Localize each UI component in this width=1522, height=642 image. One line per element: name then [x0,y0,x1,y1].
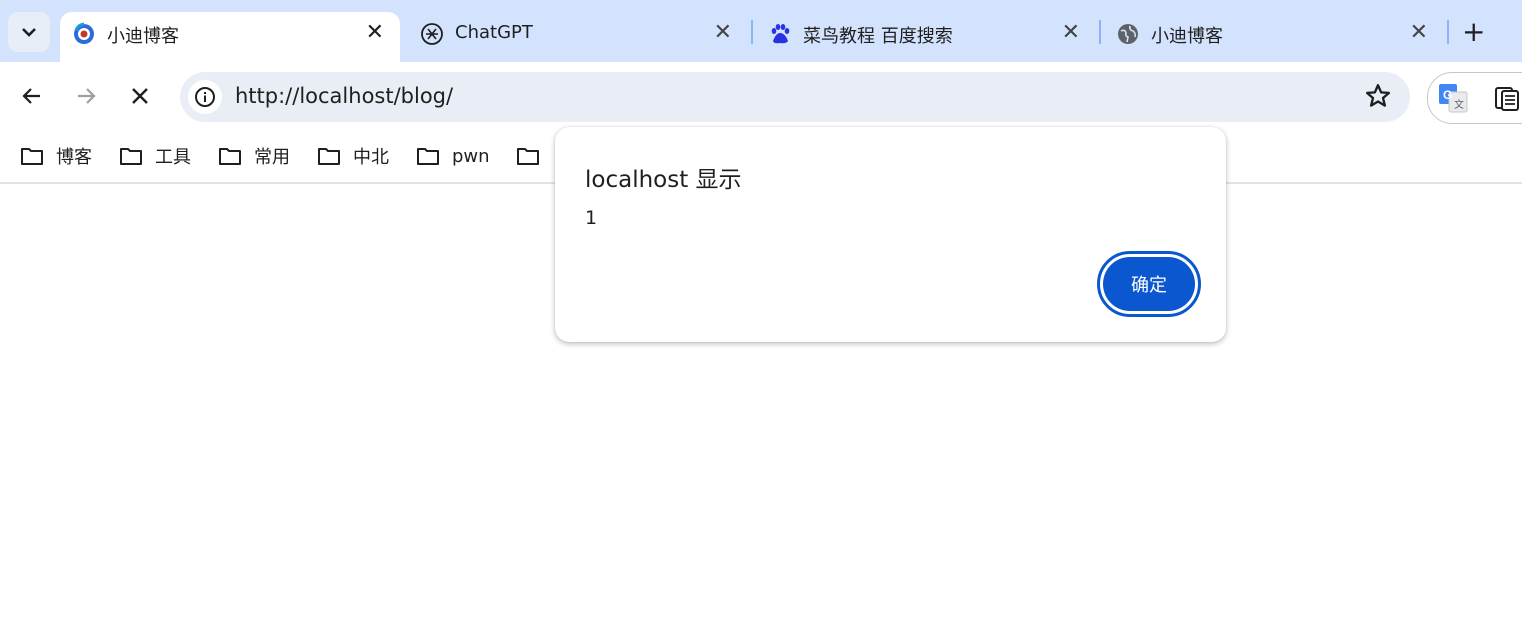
alert-dialog: localhost 显示 1 确定 [555,127,1226,342]
dialog-title: localhost 显示 [585,167,742,193]
info-icon [195,87,215,107]
bookmark-star-icon[interactable] [1364,82,1392,110]
address-bar[interactable]: http://localhost/blog/ [180,72,1410,122]
dialog-message: 1 [585,207,598,229]
bookmark-folder-common[interactable]: 常用 [218,142,290,170]
tab-search-button[interactable] [8,12,50,52]
browser-toolbar: http://localhost/blog/ G 文 [0,62,1522,132]
back-button[interactable] [18,82,46,110]
ok-button[interactable]: 确定 [1103,257,1195,311]
tab-xiaodi-blog-active[interactable]: 小迪博客 ✕ [60,12,400,62]
bookmark-folder-more[interactable] [516,142,552,170]
tab-title: 小迪博客 [107,26,179,47]
ok-button-focus-ring: 确定 [1097,251,1201,317]
bookmark-folder-tools[interactable]: 工具 [119,142,191,170]
forward-arrow-icon [78,88,96,104]
bookmark-label: 中北 [353,147,389,168]
bookmark-folder-blog[interactable]: 博客 [20,142,92,170]
bookmark-label: pwn [452,145,490,167]
site-info-button[interactable] [188,80,222,114]
tab-chatgpt[interactable]: ChatGPT ✕ [408,12,748,54]
tab-separator [751,20,753,44]
tab-xiaodi-blog[interactable]: 小迪博客 ✕ [1104,12,1444,54]
close-tab-icon[interactable]: ✕ [366,21,384,45]
folder-icon [21,148,43,165]
google-translate-icon[interactable]: G 文 [1438,83,1468,113]
folder-icon [120,148,142,165]
stop-loading-button[interactable] [126,82,154,110]
baidu-icon [771,24,790,44]
chevron-down-icon [22,28,36,37]
forward-button[interactable] [72,82,100,110]
close-tab-icon[interactable]: ✕ [714,21,732,45]
tab-title: 菜鸟教程 百度搜索 [803,26,953,47]
bookmark-label: 工具 [155,147,191,168]
tab-separator [1447,20,1449,44]
site-icon [74,22,94,44]
svg-text:G: G [1443,88,1452,102]
folder-icon [517,148,539,165]
tab-baidu-search[interactable]: 菜鸟教程 百度搜索 ✕ [756,12,1096,54]
new-tab-plus-icon[interactable]: + [1462,17,1485,47]
extensions-area: G 文 [1427,72,1522,124]
chatgpt-icon [421,23,443,45]
bookmark-folder-zhongbei[interactable]: 中北 [317,142,389,170]
tab-strip: 小迪博客 ✕ ChatGPT ✕ 菜鸟教程 百度搜索 ✕ 小迪博客 ✕ + [0,0,1522,62]
bookmark-label: 博客 [56,147,92,168]
tab-title: ChatGPT [455,22,533,43]
folder-icon [318,148,340,165]
bookmark-folder-pwn[interactable]: pwn [416,142,490,170]
back-arrow-icon [22,88,40,104]
close-tab-icon[interactable]: ✕ [1062,21,1080,45]
tab-title: 小迪博客 [1151,26,1223,47]
reading-mode-icon[interactable] [1494,85,1520,111]
svg-text:文: 文 [1454,98,1464,111]
globe-icon [1118,24,1138,44]
url-text[interactable]: http://localhost/blog/ [235,84,453,108]
close-icon [132,88,148,104]
close-tab-icon[interactable]: ✕ [1410,21,1428,45]
bookmark-label: 常用 [254,147,290,168]
folder-icon [417,148,439,165]
folder-icon [219,148,241,165]
tab-separator [1099,20,1101,44]
